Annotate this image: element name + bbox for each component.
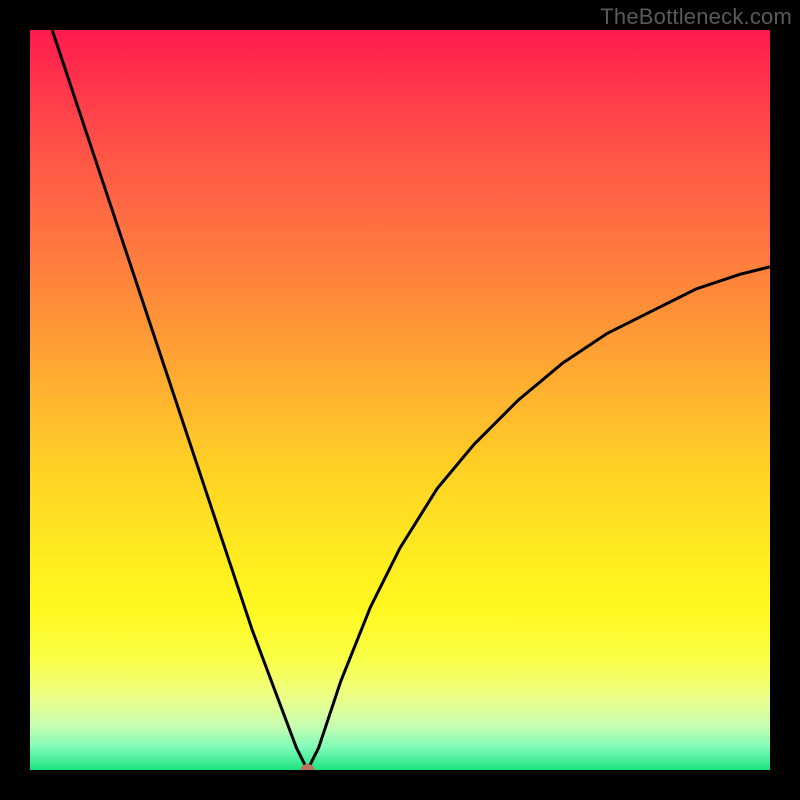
bottleneck-curve-svg [30,30,770,770]
chart-frame: TheBottleneck.com [0,0,800,800]
bottleneck-curve-path [52,30,770,770]
watermark-text: TheBottleneck.com [600,4,792,30]
plot-area [30,30,770,770]
optimal-point-marker [301,764,315,770]
